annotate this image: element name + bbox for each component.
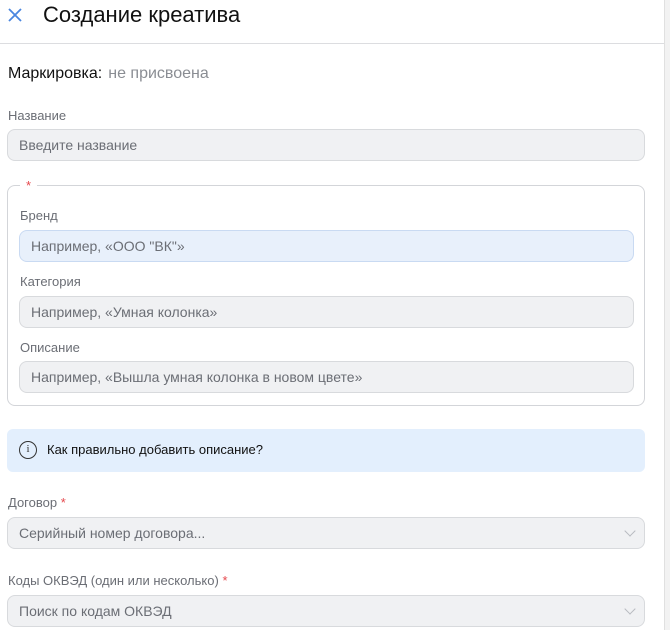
- chevron-down-icon: [624, 525, 636, 537]
- info-icon: i: [19, 441, 37, 459]
- okved-label: Коды ОКВЭД (один или несколько) *: [8, 573, 228, 589]
- okved-select[interactable]: Поиск по кодам ОКВЭД: [7, 595, 645, 627]
- category-label: Категория: [20, 274, 81, 289]
- contract-label: Договор *: [8, 495, 66, 511]
- close-icon[interactable]: [6, 6, 24, 24]
- marking-value: не присвоена: [108, 65, 209, 82]
- contract-select[interactable]: Серийный номер договора...: [7, 517, 645, 549]
- info-link[interactable]: Как правильно добавить описание?: [47, 442, 263, 457]
- name-input[interactable]: Введите название: [7, 129, 645, 161]
- required-marker: *: [60, 495, 66, 510]
- header: Создание креатива: [0, 0, 664, 44]
- group-required-marker: *: [20, 178, 38, 193]
- brand-label: Бренд: [20, 208, 58, 223]
- description-input[interactable]: Например, «Вышла умная колонка в новом ц…: [19, 361, 634, 393]
- chevron-down-icon: [624, 603, 636, 615]
- marking-label: Маркировка:: [8, 65, 103, 82]
- name-label: Название: [8, 108, 67, 123]
- description-label: Описание: [20, 340, 80, 355]
- page-title: Создание креатива: [43, 2, 241, 27]
- info-banner[interactable]: i Как правильно добавить описание?: [7, 429, 645, 472]
- brand-input[interactable]: Например, «ООО "ВК"»: [19, 230, 634, 262]
- contract-placeholder: Серийный номер договора...: [19, 525, 206, 541]
- contract-label-text: Договор: [8, 495, 58, 510]
- category-input[interactable]: Например, «Умная колонка»: [19, 296, 634, 328]
- scrollbar[interactable]: [664, 0, 670, 630]
- okved-placeholder: Поиск по кодам ОКВЭД: [19, 603, 172, 619]
- required-marker: *: [222, 573, 228, 588]
- marking-status: Маркировка: не присвоена: [8, 64, 209, 84]
- okved-label-text: Коды ОКВЭД (один или несколько): [8, 573, 219, 588]
